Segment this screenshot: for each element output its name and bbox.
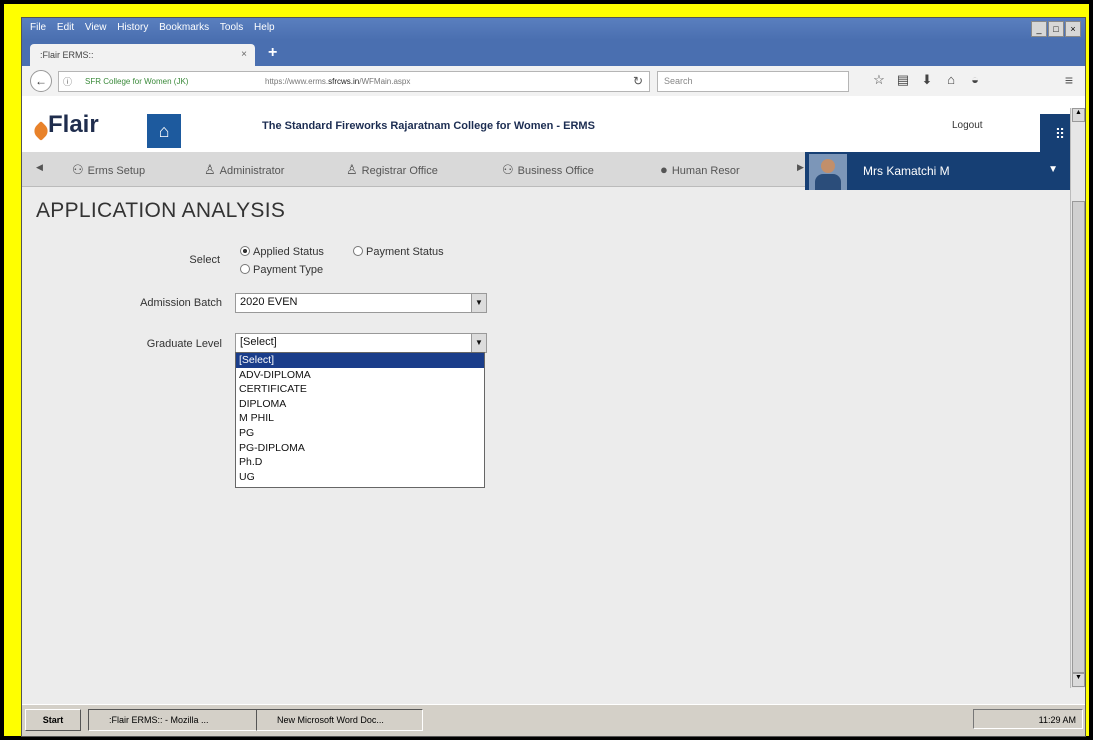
user-name: Mrs Kamatchi M [863, 164, 950, 178]
home-icon[interactable]: ⌂ [939, 72, 963, 87]
radio-icon [353, 246, 363, 256]
logo-text: Flair [48, 111, 99, 138]
dropdown-option[interactable]: PG-DIPLOMA [236, 441, 484, 456]
taskbar-firefox[interactable]: :Flair ERMS:: - Mozilla ... [88, 709, 260, 731]
url-bar[interactable]: ⓘ SFR College for Women (JK) https://www… [58, 71, 650, 92]
tab-close-icon[interactable]: × [241, 49, 247, 60]
menu-view[interactable]: View [85, 18, 107, 38]
highlight-border: File Edit View History Bookmarks Tools H… [4, 4, 1089, 737]
graduate-level-dropdown: [Select] ADV-DIPLOMA CERTIFICATE DIPLOMA… [235, 352, 485, 488]
college-name: The Standard Fireworks Rajaratnam Colleg… [262, 120, 595, 132]
radio-selected-icon [240, 246, 250, 256]
dropdown-option[interactable]: Ph.D [236, 455, 484, 470]
admission-batch-label: Admission Batch [140, 297, 222, 309]
scroll-up-icon[interactable]: ▲ [1072, 108, 1085, 122]
minimize-icon[interactable]: _ [1031, 21, 1047, 37]
tab-strip: :Flair ERMS:: × + [22, 40, 1085, 66]
maximize-icon[interactable]: □ [1048, 21, 1064, 37]
window-controls: _ □ × [1030, 21, 1081, 37]
user-icon: ♙ [204, 162, 216, 177]
browser-tab[interactable]: :Flair ERMS:: × [30, 44, 255, 66]
start-button[interactable]: Start [25, 709, 81, 731]
radio-icon [240, 264, 250, 274]
module-business-office[interactable]: ⚇ Business Office [502, 162, 594, 178]
graduate-level-value: [Select] [240, 336, 277, 348]
chevron-down-icon[interactable]: ▼ [1048, 164, 1058, 175]
users-icon: ⚇ [72, 162, 84, 177]
radio-payment-type[interactable]: Payment Type [240, 264, 323, 276]
clock: 11:29 AM [1038, 715, 1076, 725]
app-header: Flair ⌂ The Standard Fireworks Rajaratna… [22, 96, 1085, 154]
scroll-right-icon[interactable]: ▶ [797, 162, 804, 173]
select-label: Select [189, 254, 220, 266]
radio-payment-status[interactable]: Payment Status [353, 246, 444, 258]
menu-bookmarks[interactable]: Bookmarks [159, 18, 209, 38]
menu-history[interactable]: History [117, 18, 148, 38]
module-administrator[interactable]: ♙ Administrator [204, 162, 284, 178]
screenshot-frame: File Edit View History Bookmarks Tools H… [0, 0, 1093, 740]
home-button[interactable]: ⌂ [147, 114, 181, 148]
desktop-screen: File Edit View History Bookmarks Tools H… [21, 17, 1086, 737]
user-menu[interactable]: Mrs Kamatchi M ▼ [805, 152, 1070, 190]
dropdown-option[interactable]: ADV-DIPLOMA [236, 368, 484, 383]
page-scrollbar[interactable]: ▲ ▼ [1070, 108, 1085, 688]
info-icon[interactable]: ⓘ [63, 75, 72, 88]
browser-menubar: File Edit View History Bookmarks Tools H… [22, 18, 1085, 40]
menu-help[interactable]: Help [254, 18, 275, 38]
dropdown-option[interactable]: [Select] [236, 353, 484, 368]
search-placeholder: Search [664, 76, 693, 86]
reload-icon[interactable]: ↻ [633, 74, 643, 88]
navigation-bar: ← ⓘ SFR College for Women (JK) https://w… [22, 66, 1085, 97]
users-icon: ⚇ [502, 162, 514, 177]
user-icon: ♙ [346, 162, 358, 177]
url-text: https://www.erms.sfrcws.in/WFMain.aspx [265, 77, 411, 86]
group-icon: ● [660, 162, 668, 177]
dropdown-arrow-icon[interactable]: ▼ [471, 334, 486, 352]
avatar [809, 154, 847, 190]
back-icon[interactable]: ← [30, 70, 52, 92]
dropdown-option[interactable]: UG [236, 470, 484, 485]
toolbar-icons: ☆ ▤ ⬇ ⌂ ◒ [867, 72, 987, 88]
windows-taskbar: Start :Flair ERMS:: - Mozilla ... New Mi… [22, 704, 1085, 736]
system-tray: 11:29 AM [973, 709, 1083, 729]
scroll-down-icon[interactable]: ▼ [1072, 673, 1085, 687]
new-tab-icon[interactable]: + [268, 44, 277, 62]
menu-edit[interactable]: Edit [57, 18, 74, 38]
library-icon[interactable]: ▤ [891, 72, 915, 88]
module-registrar-office[interactable]: ♙ Registrar Office [346, 162, 438, 178]
radio-applied-status[interactable]: Applied Status [240, 246, 324, 258]
pocket-icon[interactable]: ◒ [963, 72, 987, 87]
scrollbar-thumb[interactable] [1072, 201, 1085, 673]
search-input[interactable]: Search [657, 71, 849, 92]
dropdown-option[interactable]: CERTIFICATE [236, 382, 484, 397]
admission-batch-select[interactable]: 2020 EVEN ▼ [235, 293, 487, 313]
logout-link[interactable]: Logout [952, 120, 983, 131]
dropdown-option[interactable]: DIPLOMA [236, 397, 484, 412]
close-icon[interactable]: × [1065, 21, 1081, 37]
menu-file[interactable]: File [30, 18, 46, 38]
bookmark-star-icon[interactable]: ☆ [867, 72, 891, 88]
module-human-resource[interactable]: ● Human Resor [660, 162, 740, 177]
hamburger-menu-icon[interactable]: ≡ [1065, 72, 1073, 88]
tab-title: :Flair ERMS:: [40, 50, 94, 60]
graduate-level-label: Graduate Level [146, 338, 222, 350]
dropdown-arrow-icon[interactable]: ▼ [471, 294, 486, 312]
admission-batch-value: 2020 EVEN [240, 296, 298, 308]
page-title: APPLICATION ANALYSIS [36, 199, 286, 222]
site-identity: SFR College for Women (JK) [85, 77, 189, 86]
dropdown-option[interactable]: PG [236, 426, 484, 441]
module-erms-setup[interactable]: ⚇ Erms Setup [72, 162, 145, 178]
taskbar-word-doc[interactable]: New Microsoft Word Doc... [256, 709, 423, 731]
graduate-level-select[interactable]: [Select] ▼ [235, 333, 487, 353]
menu-tools[interactable]: Tools [220, 18, 243, 38]
scroll-left-icon[interactable]: ◀ [36, 162, 43, 173]
dropdown-option[interactable]: M PHIL [236, 411, 484, 426]
download-icon[interactable]: ⬇ [915, 72, 939, 88]
